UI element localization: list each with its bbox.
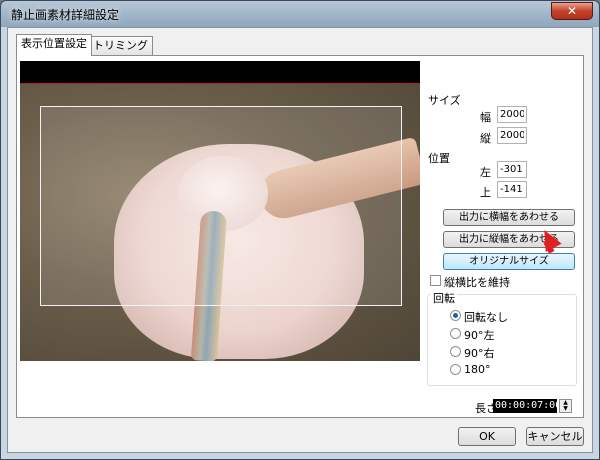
rotation-option-label: 90°左	[464, 329, 495, 342]
height-label: 縦	[480, 132, 491, 145]
tab-display-position[interactable]: 表示位置設定	[16, 34, 92, 56]
rotation-radio-180[interactable]	[450, 364, 461, 375]
width-label: 幅	[480, 111, 491, 124]
tab-label: トリミング	[93, 39, 148, 52]
top-label: 上	[480, 186, 491, 199]
dialog-client: 表示位置設定 トリミング サイズ 幅 縦 位置 左	[7, 27, 593, 453]
tab-label: 表示位置設定	[21, 37, 87, 50]
top-field[interactable]	[497, 181, 527, 198]
tab-trimming[interactable]: トリミング	[88, 36, 153, 56]
cancel-button[interactable]: キャンセル	[526, 427, 584, 446]
ok-button[interactable]: OK	[458, 427, 516, 446]
close-button[interactable]: ✕	[551, 2, 593, 20]
duration-field[interactable]: 00:00:07:00	[493, 399, 561, 413]
duration-spinner[interactable]: ▲ ▼	[559, 399, 572, 413]
output-top-edge	[20, 83, 420, 84]
position-header: 位置	[428, 152, 450, 165]
keep-aspect-label: 縦横比を維持	[444, 276, 510, 289]
original-size-button[interactable]: オリジナルサイズ	[443, 253, 575, 270]
rotation-option-label: 90°右	[464, 347, 495, 360]
output-frame-box[interactable]	[40, 106, 402, 306]
rotation-option-label: 回転なし	[464, 311, 508, 324]
window-title: 静止画素材詳細設定	[11, 8, 120, 22]
close-icon: ✕	[566, 4, 578, 18]
rotation-group	[427, 294, 577, 386]
width-field[interactable]	[497, 106, 527, 123]
title-bar: 静止画素材詳細設定 ✕	[1, 1, 599, 27]
dialog-window: 静止画素材詳細設定 ✕ 表示位置設定 トリミング サイズ 幅 2000 縦 20…	[0, 0, 600, 460]
keep-aspect-checkbox[interactable]	[430, 275, 441, 286]
rotation-header: 回転	[431, 290, 457, 306]
image-preview[interactable]	[20, 61, 420, 361]
size-header: サイズ	[428, 94, 461, 107]
tab-panel: サイズ 幅 縦 位置 左 上 出力に横幅をあわせる 出力に縦幅をあわせる オリジ…	[16, 55, 584, 418]
rotation-radio-90-left[interactable]	[450, 328, 461, 339]
rotation-option-label: 180°	[464, 363, 491, 376]
rotation-radio-none[interactable]	[450, 310, 461, 321]
height-field[interactable]	[497, 127, 527, 144]
left-field[interactable]	[497, 161, 527, 178]
fit-width-button[interactable]: 出力に横幅をあわせる	[443, 209, 575, 226]
left-label: 左	[480, 166, 491, 179]
rotation-radio-90-right[interactable]	[450, 346, 461, 357]
